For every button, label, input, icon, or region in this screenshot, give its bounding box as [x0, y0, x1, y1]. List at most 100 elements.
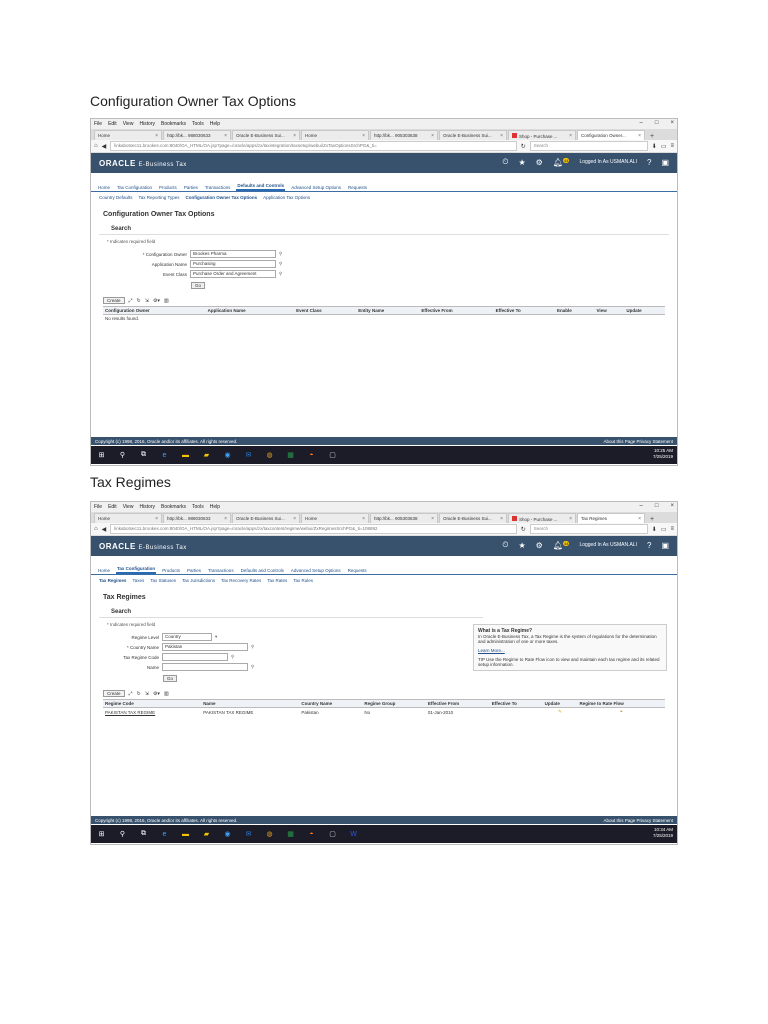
- regime-level-select[interactable]: Country: [162, 633, 212, 641]
- close-tab-icon[interactable]: ×: [500, 133, 503, 139]
- close-tab-icon[interactable]: ×: [155, 133, 158, 139]
- menu-help[interactable]: Help: [210, 504, 220, 510]
- go-button[interactable]: Go: [191, 282, 206, 289]
- refresh-icon[interactable]: ↻: [137, 691, 141, 697]
- subtab-tax-reporting-types[interactable]: Tax Reporting Types: [139, 195, 180, 200]
- browser-tab[interactable]: Home ×: [301, 130, 369, 140]
- column-header[interactable]: Effective From: [419, 306, 494, 315]
- tab-requests[interactable]: Requests: [347, 184, 368, 191]
- column-header[interactable]: Effective To: [493, 306, 556, 315]
- subtab-taxes[interactable]: Taxes: [132, 578, 144, 583]
- outlook-icon[interactable]: ✉: [244, 451, 253, 460]
- recent-icon[interactable]: ⏲: [502, 540, 508, 550]
- tab-advanced-setup-options[interactable]: Advanced Setup Options: [290, 567, 342, 574]
- minimize-button[interactable]: –: [640, 120, 643, 126]
- column-header[interactable]: Application Name: [205, 306, 295, 315]
- export-icon[interactable]: ⇲: [145, 691, 149, 697]
- browser-tab[interactable]: Shop - Purchase ... ×: [508, 513, 576, 523]
- new-tab-button[interactable]: +: [646, 516, 658, 523]
- column-header[interactable]: Country Name: [299, 699, 363, 708]
- browser-tab[interactable]: Oracle E-Business Sui... ×: [439, 513, 507, 523]
- subtab-tax-regimes[interactable]: Tax Regimes: [99, 578, 126, 583]
- subtab-application-tax-options[interactable]: Application Tax Options: [263, 195, 310, 200]
- column-header[interactable]: Regime Code: [103, 699, 202, 708]
- tab-parties[interactable]: Parties: [186, 567, 202, 574]
- browser-tab[interactable]: Oracle E-Business Sui... ×: [439, 130, 507, 140]
- app-icon[interactable]: ◉: [223, 451, 232, 460]
- reload-icon[interactable]: ↻: [521, 526, 526, 533]
- home-page-icon[interactable]: ▣: [661, 158, 669, 167]
- close-tab-icon[interactable]: ×: [293, 516, 296, 522]
- settings-gear-icon[interactable]: ⚙: [536, 158, 543, 167]
- browser-tab[interactable]: Home ×: [94, 513, 162, 523]
- browser-tab[interactable]: http://bk... 905303638 ×: [370, 513, 438, 523]
- close-tab-icon[interactable]: ×: [431, 133, 434, 139]
- close-tab-icon[interactable]: ×: [362, 133, 365, 139]
- menu-edit[interactable]: Edit: [108, 504, 117, 510]
- new-tab-button[interactable]: +: [646, 133, 658, 140]
- event-class-input[interactable]: Purchase Order and Agreement: [190, 270, 276, 278]
- notifications-bell-icon[interactable]: 🔔︎44: [553, 540, 570, 550]
- flow-icon[interactable]: ⚭: [619, 709, 623, 714]
- download-icon[interactable]: ⬇: [652, 143, 657, 150]
- chrome-icon[interactable]: ◍: [265, 830, 274, 839]
- column-header[interactable]: Effective From: [425, 699, 490, 708]
- close-tab-icon[interactable]: ×: [362, 516, 365, 522]
- back-icon[interactable]: ◀: [102, 143, 107, 150]
- close-tab-icon[interactable]: ×: [638, 133, 641, 139]
- export-icon[interactable]: ⇲: [145, 298, 149, 304]
- back-icon[interactable]: ◀: [102, 526, 107, 533]
- edge-browser-icon[interactable]: e: [160, 451, 169, 460]
- recent-icon[interactable]: ⏲: [502, 157, 508, 167]
- library-icon[interactable]: ▭: [661, 143, 667, 150]
- outlook-icon[interactable]: ✉: [244, 830, 253, 839]
- browser-tab[interactable]: Shop - Purchase ... ×: [508, 130, 576, 140]
- menu-history[interactable]: History: [139, 121, 155, 127]
- windows-start-icon[interactable]: ⊞: [97, 451, 106, 460]
- search-icon[interactable]: ⚲: [118, 830, 127, 839]
- columns-icon[interactable]: ▥: [164, 298, 169, 304]
- help-icon[interactable]: ?: [647, 541, 651, 550]
- browser-tab-active[interactable]: Configuration Owner... ×: [577, 130, 645, 140]
- sticky-notes-icon[interactable]: ▰: [202, 830, 211, 839]
- configuration-owner-input[interactable]: Brookes Pharma: [190, 250, 276, 258]
- close-tab-icon[interactable]: ×: [293, 133, 296, 139]
- browser-tab[interactable]: Home ×: [301, 513, 369, 523]
- firefox-icon[interactable]: ◓: [307, 451, 316, 460]
- column-header[interactable]: Effective To: [489, 699, 543, 708]
- app-icon[interactable]: ▢: [328, 830, 337, 839]
- column-header[interactable]: Configuration Owner: [103, 306, 206, 315]
- task-view-icon[interactable]: ⧉: [139, 451, 148, 460]
- application-name-input[interactable]: Purchasing: [190, 260, 276, 268]
- column-header[interactable]: Enable: [555, 306, 595, 315]
- close-window-button[interactable]: ×: [670, 120, 674, 126]
- detach-icon[interactable]: ⤢: [129, 298, 133, 304]
- notifications-bell-icon[interactable]: 🔔︎44: [553, 157, 570, 167]
- home-icon[interactable]: ⌂: [94, 526, 98, 532]
- download-icon[interactable]: ⬇: [652, 526, 657, 533]
- browser-search-field[interactable]: Search: [529, 524, 648, 534]
- footer-links[interactable]: About this Page Privacy Statement: [603, 818, 673, 823]
- chevron-down-icon[interactable]: ▾: [215, 634, 217, 640]
- task-view-icon[interactable]: ⧉: [139, 830, 148, 839]
- close-tab-icon[interactable]: ×: [224, 133, 227, 139]
- address-field[interactable]: linkabotsec11.brookes.com:8040/OA_HTML/O…: [110, 141, 517, 151]
- footer-links[interactable]: About this Page Privacy Statement: [603, 439, 673, 444]
- browser-tab[interactable]: Oracle E-Business Sui... ×: [232, 130, 300, 140]
- refresh-icon[interactable]: ↻: [137, 298, 141, 304]
- menu-history[interactable]: History: [139, 504, 155, 510]
- search-icon[interactable]: ⚲: [118, 451, 127, 460]
- app-icon[interactable]: ▢: [328, 451, 337, 460]
- firefox-icon[interactable]: ◓: [307, 830, 316, 839]
- tab-requests[interactable]: Requests: [347, 567, 368, 574]
- column-header[interactable]: Entity Name: [356, 306, 420, 315]
- browser-search-field[interactable]: Search: [529, 141, 648, 151]
- browser-tab-active[interactable]: Tax Regimes ×: [577, 513, 645, 523]
- search-icon[interactable]: ⚲: [279, 251, 282, 257]
- learn-more-link[interactable]: Learn More...: [478, 648, 662, 653]
- tab-parties[interactable]: Parties: [183, 184, 199, 191]
- country-name-input[interactable]: Pakistan: [162, 643, 248, 651]
- column-header[interactable]: Regime Group: [362, 699, 426, 708]
- close-tab-icon[interactable]: ×: [224, 516, 227, 522]
- home-icon[interactable]: ⌂: [94, 143, 98, 149]
